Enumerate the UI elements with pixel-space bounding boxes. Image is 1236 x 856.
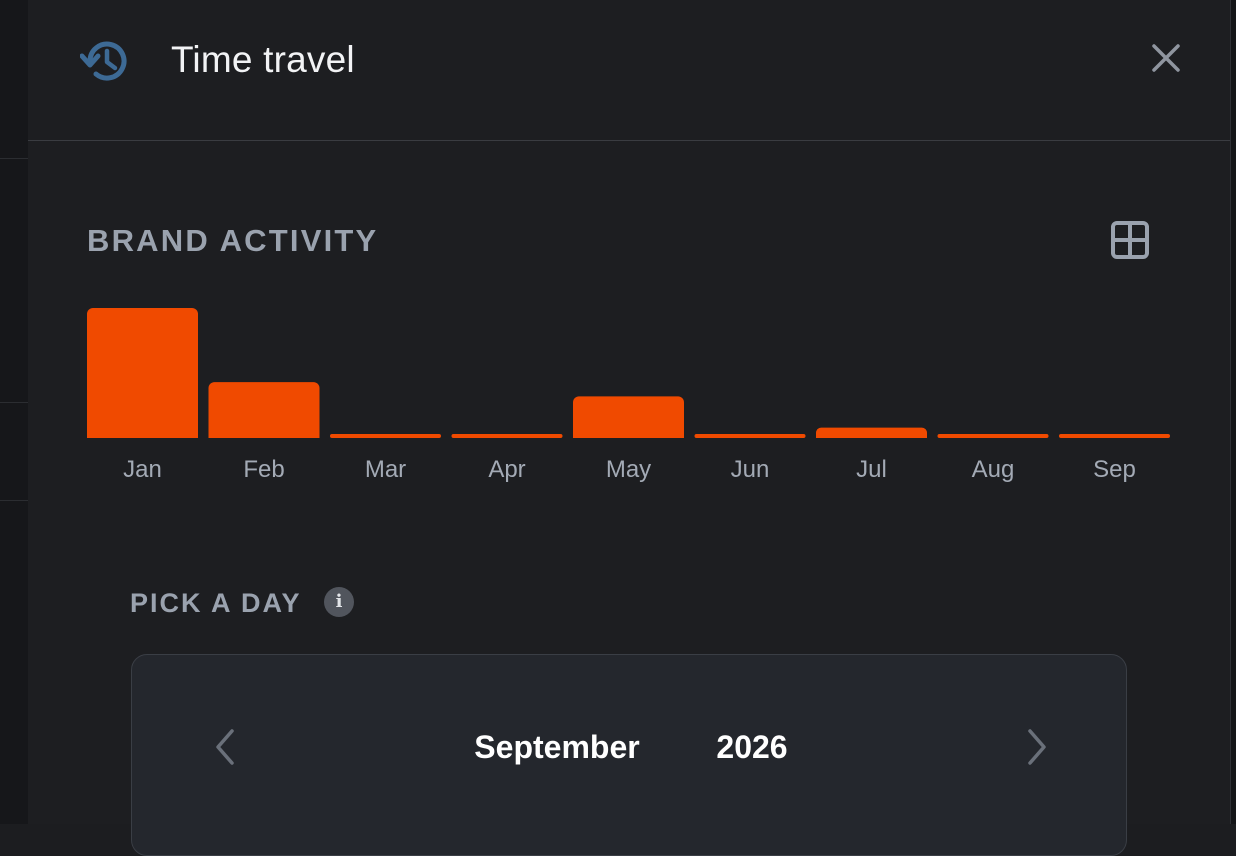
backdrop-divider: [0, 158, 28, 159]
tick-label-may: May: [606, 456, 651, 483]
close-icon[interactable]: [1146, 38, 1186, 78]
bar-aug[interactable]: [937, 434, 1049, 438]
calendar-month[interactable]: September: [422, 727, 692, 767]
tick-label-jul: Jul: [856, 456, 887, 483]
bar-apr[interactable]: [451, 434, 563, 438]
window-edge: [1230, 0, 1236, 824]
bar-sep[interactable]: [1059, 434, 1170, 438]
bar-base-jan: [87, 432, 198, 438]
pick-a-day-label: PICK A DAY: [130, 588, 302, 618]
bar-mar[interactable]: [330, 434, 441, 438]
brand-activity-title: BRAND ACTIVITY: [87, 223, 379, 258]
backdrop-divider: [0, 500, 28, 501]
info-icon[interactable]: i: [324, 587, 354, 617]
panel-title: Time travel: [171, 39, 355, 80]
tick-label-jan: Jan: [123, 456, 162, 483]
tick-label-aug: Aug: [972, 456, 1015, 483]
tick-label-apr: Apr: [488, 456, 525, 483]
tick-label-sep: Sep: [1093, 456, 1136, 483]
tick-label-jun: Jun: [731, 456, 770, 483]
calendar: September 2026: [131, 654, 1127, 856]
bar-base-jul: [816, 432, 927, 438]
chevron-right-icon[interactable]: [1014, 725, 1058, 769]
backdrop: [0, 0, 28, 824]
bar-may[interactable]: [573, 396, 684, 438]
calendar-year[interactable]: 2026: [692, 727, 812, 767]
tick-label-feb: Feb: [243, 456, 284, 483]
bar-feb[interactable]: [208, 382, 320, 438]
chevron-left-icon[interactable]: [204, 725, 248, 769]
tick-label-mar: Mar: [365, 456, 406, 483]
backdrop-divider: [0, 402, 28, 403]
bar-jun[interactable]: [694, 434, 806, 438]
time-travel-panel: Time travel BRAND ACTIVITY Jan Feb Mar Apr M…: [28, 0, 1230, 856]
bar-base-may: [573, 432, 684, 438]
brand-activity-chart: Jan Feb Mar Apr May Jun Jul Aug Sep: [87, 308, 1170, 483]
table-view-icon[interactable]: [1110, 220, 1150, 260]
history-icon: [80, 41, 127, 81]
bar-jan[interactable]: [87, 308, 198, 438]
panel-header: Time travel: [28, 0, 1230, 141]
bar-base-feb: [208, 432, 320, 438]
